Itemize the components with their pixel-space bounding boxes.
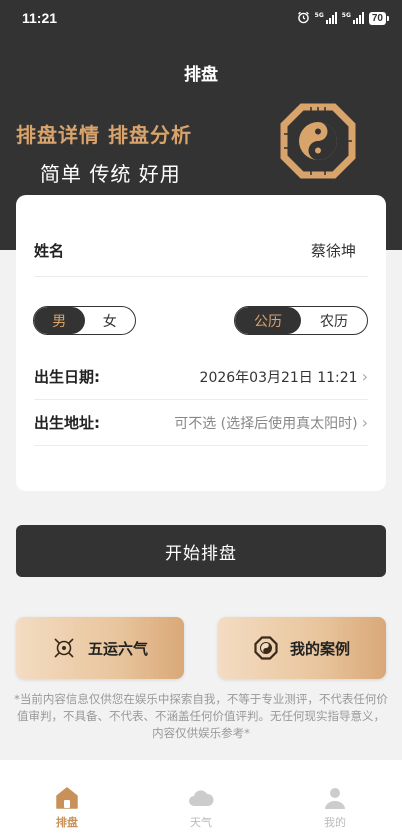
calendar-option-solar[interactable]: 公历 [235, 307, 301, 334]
status-icons: 5G 5G 70 [297, 9, 390, 28]
bottom-nav: 排盘 天气 我的 [0, 760, 402, 840]
birth-info-card: 姓名 蔡徐坤 男 女 公历 农历 出生日期: 2026年03月21日 11:21… [16, 195, 386, 491]
bagua-icon [254, 636, 278, 660]
nav-label-mine: 我的 [324, 816, 346, 829]
birth-date-row[interactable]: 出生日期: 2026年03月21日 11:21 › [34, 354, 368, 400]
gender-toggle: 男 女 [33, 306, 136, 335]
birth-date-label: 出生日期: [34, 368, 100, 386]
page-title: 排盘 [184, 65, 218, 85]
calendar-toggle: 公历 农历 [234, 306, 368, 335]
alarm-icon [297, 9, 310, 28]
my-cases-button[interactable]: 我的案例 [218, 617, 386, 679]
hero-subtitle: 简单 传统 好用 [40, 162, 181, 186]
birth-place-row[interactable]: 出生地址: 可不选 (选择后使用真太阳时) › [34, 400, 368, 446]
nav-label-weather: 天气 [190, 816, 212, 829]
birth-date-value: 2026年03月21日 11:21 [199, 369, 358, 386]
chevron-right-icon: › [361, 367, 368, 386]
home-icon [56, 787, 78, 809]
bagua-yinyang-icon [280, 103, 356, 179]
signal-label-2: 5G [341, 12, 351, 19]
name-row: 姓名 蔡徐坤 [34, 225, 368, 277]
nav-item-mine[interactable]: 我的 [295, 786, 375, 840]
user-icon [325, 788, 345, 809]
start-chart-button[interactable]: 开始排盘 [16, 525, 386, 577]
status-time: 11:21 [22, 10, 58, 26]
name-input[interactable]: 蔡徐坤 [311, 240, 368, 261]
battery-icon: 70 [368, 11, 390, 25]
wuyun-liuqi-button[interactable]: 五运六气 [16, 617, 184, 679]
name-label: 姓名 [34, 242, 65, 260]
wuyun-compass-icon [54, 638, 74, 658]
birth-place-value-wrap: 可不选 (选择后使用真太阳时) › [174, 413, 368, 433]
signal-icon-1: 5G [315, 12, 337, 24]
signal-label-1: 5G [314, 12, 324, 19]
birth-date-value-wrap: 2026年03月21日 11:21 › [200, 367, 368, 387]
birth-place-label: 出生地址: [34, 414, 100, 432]
my-cases-label: 我的案例 [289, 639, 350, 658]
gender-option-female[interactable]: 女 [85, 307, 136, 334]
nav-item-paipan[interactable]: 排盘 [27, 786, 107, 840]
birth-place-placeholder: 可不选 (选择后使用真太阳时) [174, 415, 358, 432]
calendar-option-lunar[interactable]: 农历 [301, 307, 367, 334]
gender-option-male[interactable]: 男 [34, 307, 85, 334]
cloud-icon [189, 790, 214, 806]
wuyun-liuqi-label: 五运六气 [87, 639, 148, 658]
nav-item-weather[interactable]: 天气 [161, 786, 241, 840]
signal-icon-2: 5G [342, 12, 364, 24]
chevron-right-icon: › [361, 413, 368, 432]
status-bar: 11:21 5G 5G 70 [0, 0, 402, 36]
nav-label-paipan: 排盘 [56, 816, 78, 829]
disclaimer-text: *当前内容信息仅供您在娱乐中探索自我，不等于专业测评，不代表任何价值审判，不具备… [14, 692, 388, 740]
hero-title: 排盘详情 排盘分析 [16, 123, 192, 147]
